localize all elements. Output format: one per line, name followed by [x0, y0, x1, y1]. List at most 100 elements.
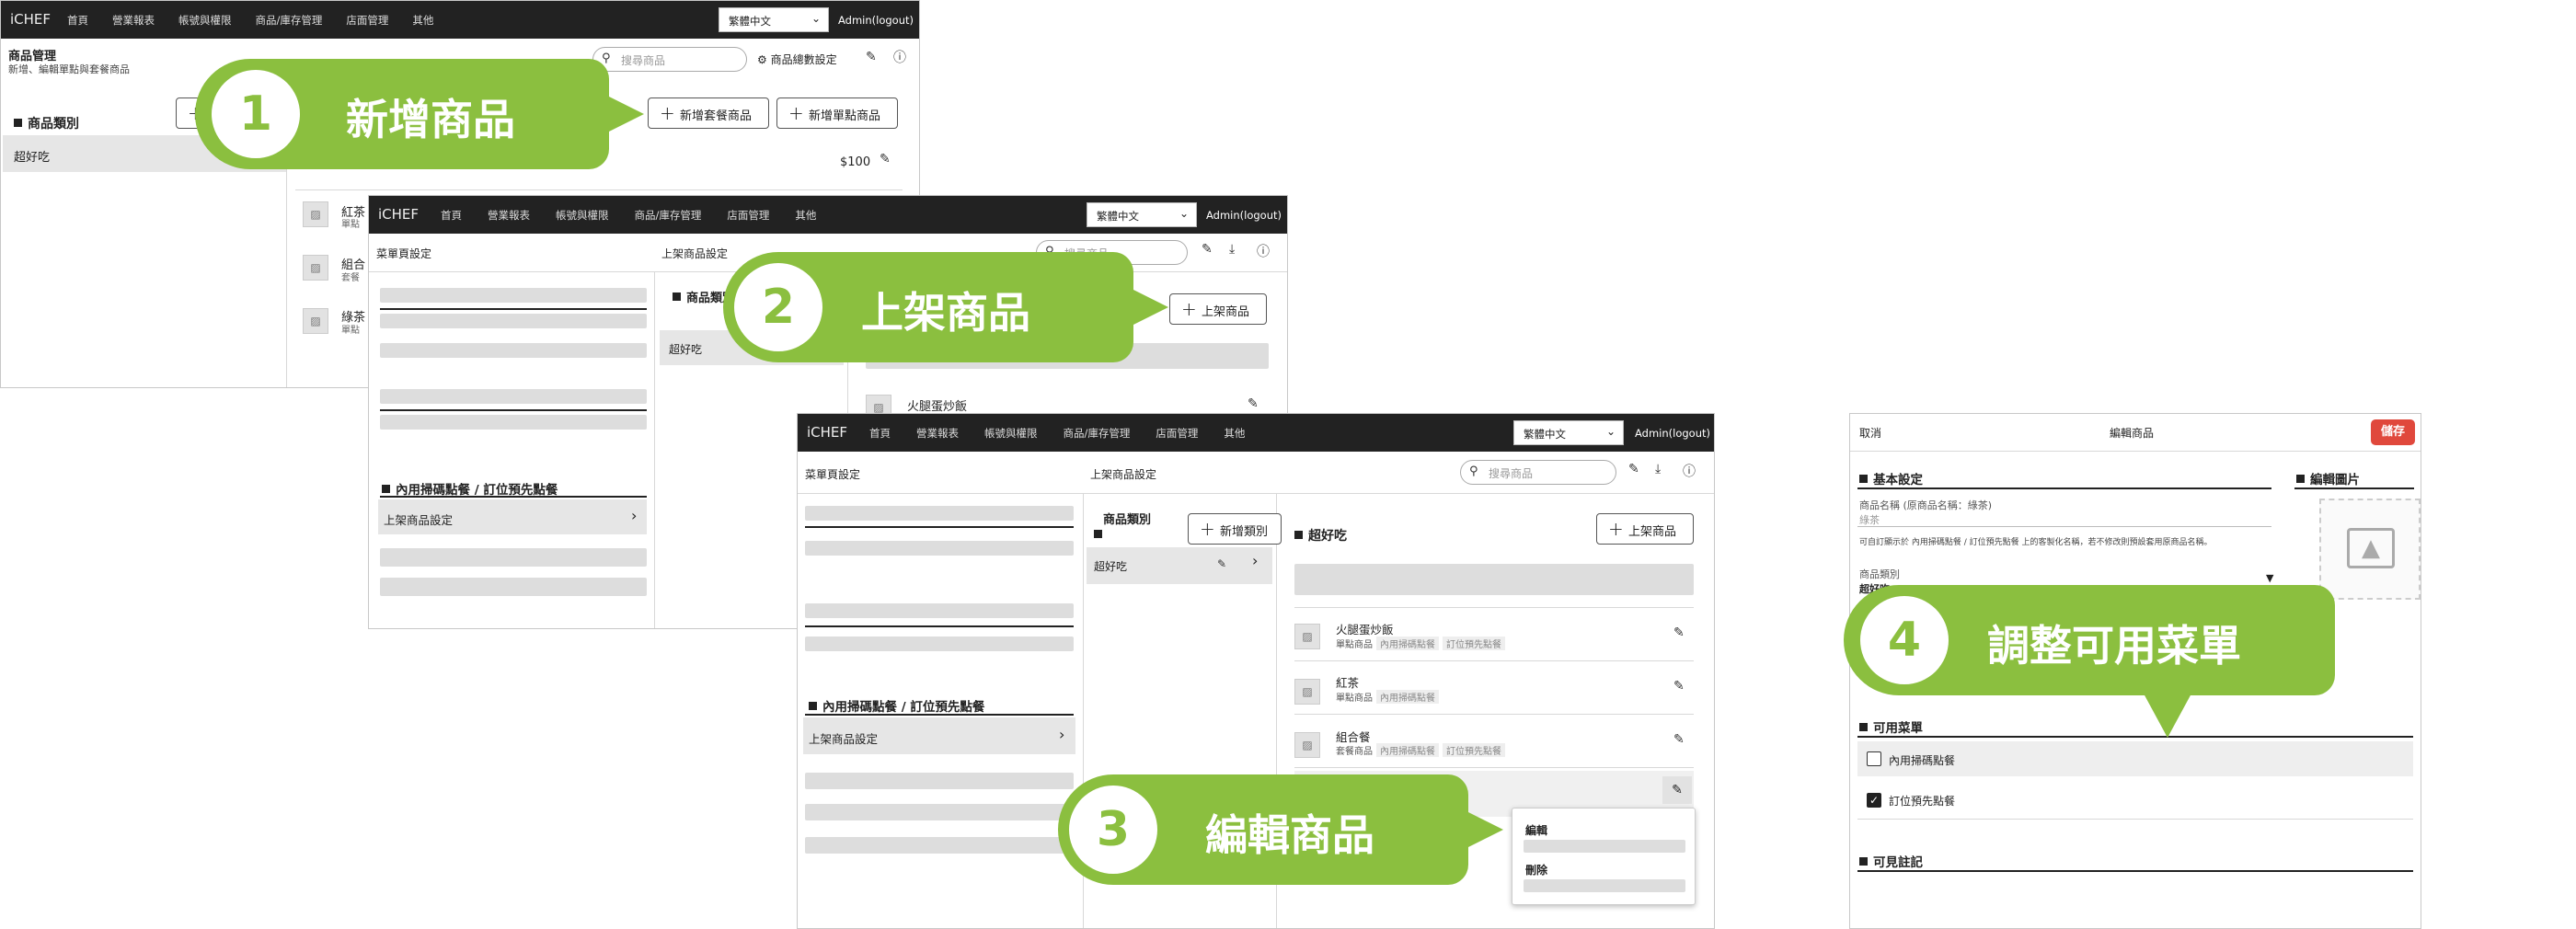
callout-edit-product: 3 編輯商品: [1058, 774, 1468, 885]
add-combo-button[interactable]: + 新增套餐商品: [648, 97, 769, 129]
image-icon: ▨: [1294, 624, 1320, 649]
product-row[interactable]: ▨ 紅茶 單點商品 內用掃碼點餐 ✎: [1294, 668, 1694, 710]
help-icon[interactable]: ⓘ: [1257, 242, 1270, 260]
chevron-down-icon: ⌄: [1605, 425, 1616, 438]
edit-icon[interactable]: ✎: [1248, 396, 1259, 411]
edit-icon[interactable]: ✎: [866, 50, 877, 64]
search-icon: ⚲: [602, 52, 611, 65]
nav-reports[interactable]: 營業報表: [488, 208, 530, 223]
name-input[interactable]: 綠茶: [1859, 512, 1880, 527]
publish-button[interactable]: + 上架商品: [1596, 513, 1694, 545]
nav-store[interactable]: 店面管理: [346, 13, 388, 28]
callout-publish: 2 上架商品: [723, 252, 1133, 362]
help-icon[interactable]: ⓘ: [1683, 462, 1696, 480]
nav-store[interactable]: 店面管理: [727, 208, 769, 223]
edit-icon[interactable]: ✎: [1217, 557, 1226, 570]
nav-products[interactable]: 商品/庫存管理: [1064, 426, 1131, 441]
option-label: 內用掃碼點餐: [1889, 754, 1956, 767]
checkbox-checked-icon[interactable]: ✓: [1867, 793, 1881, 808]
top-nav: iCHEF 首頁 營業報表 帳號與權限 商品/庫存管理 店面管理 其他 繁體中文…: [369, 196, 1287, 234]
add-single-button[interactable]: + 新增單點商品: [776, 97, 898, 129]
image-icon: ▨: [1294, 679, 1320, 705]
save-button[interactable]: 儲存: [2371, 419, 2415, 445]
section-heading: 內用掃碼點餐 / 訂位預先點餐: [809, 696, 984, 715]
search-icon: ⚲: [1469, 464, 1478, 478]
admin-logout[interactable]: Admin(logout): [1206, 209, 1282, 222]
menu-item-edit[interactable]: 編輯: [1525, 822, 1547, 838]
top-nav: iCHEF 首頁 營業報表 帳號與權限 商品/庫存管理 店面管理 其他 繁體中文…: [1, 1, 919, 39]
gear-icon: ⚙: [757, 53, 771, 66]
help-icon[interactable]: ⓘ: [893, 48, 906, 66]
chevron-right-icon: ›: [631, 507, 638, 524]
nav-other[interactable]: 其他: [1224, 426, 1245, 441]
nav-home[interactable]: 首頁: [67, 13, 88, 28]
edit-icon[interactable]: ✎: [1673, 625, 1685, 640]
panel-header-publish: 上架商品設定: [1090, 468, 1157, 481]
nav-home[interactable]: 首頁: [869, 426, 891, 441]
image-icon: ▨: [303, 255, 328, 281]
category-heading: 商品類別: [1103, 513, 1152, 527]
edit-icon[interactable]: ✎: [1673, 679, 1685, 694]
product-type: 單點商品 內用掃碼點餐 訂位預先點餐: [1336, 637, 1505, 650]
image-icon: ▨: [1294, 732, 1320, 758]
nav-reports[interactable]: 營業報表: [112, 13, 155, 28]
category-label: 商品類別: [1859, 568, 1900, 580]
section-heading: 內用掃碼點餐 / 訂位預先點餐: [382, 479, 558, 498]
product-row[interactable]: ▨ 組合餐 套餐商品 內用掃碼點餐 訂位預先點餐 ✎: [1294, 721, 1694, 763]
nav-home[interactable]: 首頁: [441, 208, 462, 223]
search-input[interactable]: ⚲搜尋商品: [592, 47, 747, 72]
product-name: 火腿蛋炒飯: [907, 400, 968, 414]
notes-heading: 可見註記: [1859, 852, 1923, 870]
search-input[interactable]: ⚲搜尋商品: [1460, 460, 1616, 485]
callout-label: 新增商品: [346, 95, 515, 144]
admin-logout[interactable]: Admin(logout): [838, 14, 914, 27]
add-category-button[interactable]: + 新增類別: [1188, 513, 1282, 545]
available-menus-heading: 可用菜單: [1859, 717, 1923, 736]
image-placeholder-icon[interactable]: ▲: [2319, 499, 2421, 600]
item-type: 套餐: [341, 273, 360, 283]
logo: iCHEF: [807, 424, 848, 441]
edit-icon[interactable]: ✎: [1628, 462, 1639, 476]
chevron-right-icon: ›: [1252, 552, 1259, 569]
panel-header-publish: 上架商品設定: [661, 247, 729, 260]
step-number: 4: [1860, 596, 1949, 684]
checkbox-empty-icon[interactable]: [1867, 751, 1881, 766]
language-select[interactable]: 繁體中文 ⌄: [1513, 420, 1624, 445]
language-select[interactable]: 繁體中文 ⌄: [719, 7, 829, 32]
callout-arrow: [607, 96, 644, 132]
edit-icon[interactable]: ✎: [1673, 732, 1685, 747]
context-menu: 編輯 刪除: [1512, 808, 1696, 905]
edit-icon[interactable]: ✎: [1202, 242, 1213, 257]
publish-button[interactable]: + 上架商品: [1169, 293, 1267, 325]
edit-icon[interactable]: ✎: [1662, 776, 1692, 804]
top-nav: iCHEF 首頁 營業報表 帳號與權限 商品/庫存管理 店面管理 其他 繁體中文…: [798, 414, 1714, 452]
category-label: 超好吃: [14, 151, 51, 165]
admin-logout[interactable]: Admin(logout): [1635, 427, 1710, 440]
nav-other[interactable]: 其他: [795, 208, 816, 223]
nav-products[interactable]: 商品/庫存管理: [256, 13, 323, 28]
nav-accounts[interactable]: 帳號與權限: [178, 13, 232, 28]
callout-add-product: 1 新增商品: [195, 59, 609, 169]
nav-accounts[interactable]: 帳號與權限: [556, 208, 609, 223]
product-type: 單點商品 內用掃碼點餐: [1336, 690, 1439, 704]
category-label: 超好吃: [1094, 560, 1128, 573]
panel-header-menu: 菜單頁設定: [805, 468, 861, 481]
product-row[interactable]: ▨ 火腿蛋炒飯 單點商品 內用掃碼點餐 訂位預先點餐 ✎: [1294, 616, 1694, 659]
nav-accounts[interactable]: 帳號與權限: [984, 426, 1038, 441]
page-subtitle: 新增、編輯單點與套餐商品: [8, 63, 130, 75]
nav-store[interactable]: 店面管理: [1156, 426, 1198, 441]
nav-reports[interactable]: 營業報表: [916, 426, 959, 441]
category-label: 超好吃: [669, 343, 703, 356]
cancel-button[interactable]: 取消: [1859, 425, 1881, 441]
download-icon[interactable]: ⤓: [1229, 242, 1235, 257]
total-settings-link[interactable]: ⚙ 商品總數設定: [757, 52, 837, 67]
nav-products[interactable]: 商品/庫存管理: [635, 208, 702, 223]
download-icon[interactable]: ⤓: [1655, 462, 1661, 476]
category-heading: 商品類別: [14, 114, 79, 132]
language-select[interactable]: 繁體中文 ⌄: [1087, 202, 1197, 227]
menu-item-delete[interactable]: 刪除: [1525, 862, 1547, 877]
callout-arrow: [1132, 289, 1168, 326]
nav-other[interactable]: 其他: [412, 13, 433, 28]
name-label: 商品名稱 (原商品名稱：綠茶): [1859, 499, 1993, 511]
edit-icon[interactable]: ✎: [880, 152, 891, 166]
